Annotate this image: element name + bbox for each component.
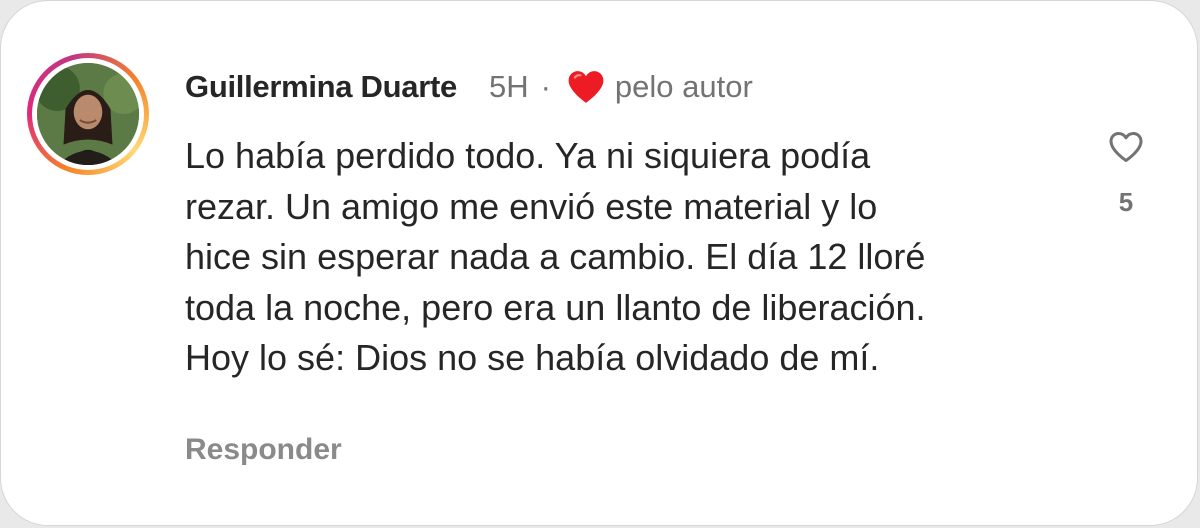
like-count: 5: [1118, 187, 1134, 217]
comment-header: Guillermina Duarte 5H · pelo autor: [185, 65, 753, 109]
comment-card: Guillermina Duarte 5H · pelo autor Lo ha…: [0, 0, 1198, 526]
heart-outline-icon[interactable]: [1108, 130, 1144, 164]
author-like-label: pelo autor: [614, 69, 753, 104]
separator-dot: ·: [540, 69, 551, 104]
reply-button[interactable]: Responder: [185, 433, 342, 467]
comment-text: Lo había perdido todo. Ya ni siquiera po…: [185, 135, 926, 378]
avatar-photo: [37, 63, 139, 165]
author-name[interactable]: Guillermina Duarte: [185, 69, 457, 105]
avatar[interactable]: [27, 53, 149, 175]
red-heart-icon: [567, 69, 605, 105]
comment-timestamp: 5H: [488, 69, 529, 104]
